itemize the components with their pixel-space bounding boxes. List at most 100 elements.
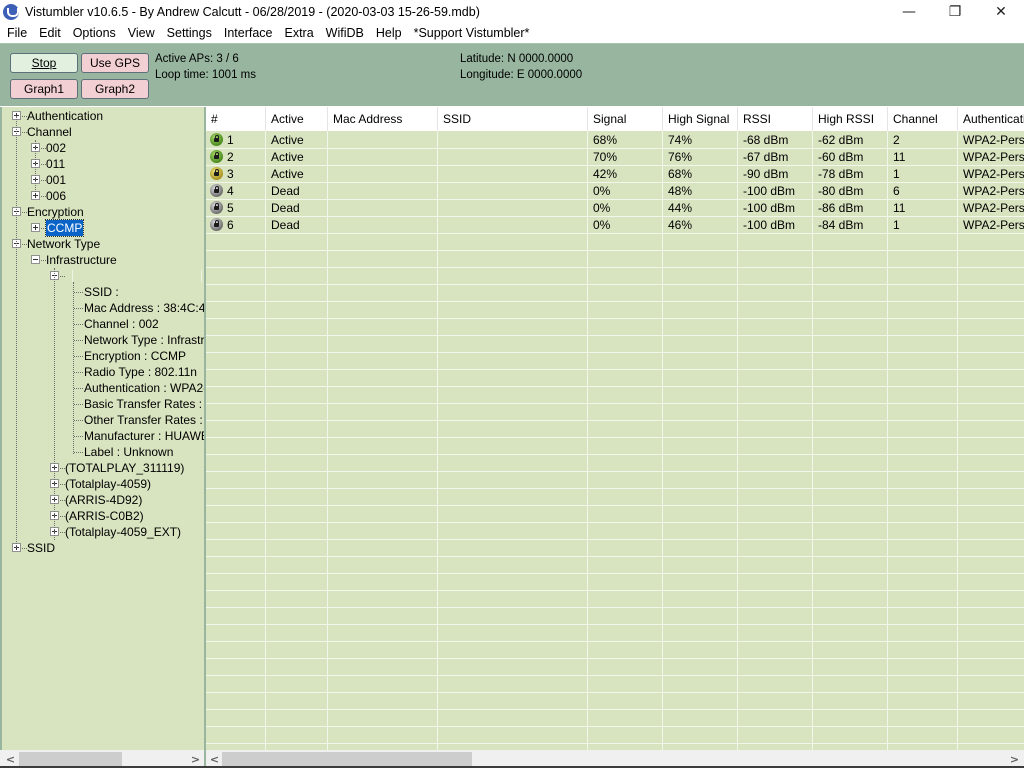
expand-plus-icon[interactable] — [31, 223, 40, 232]
cell-signal: 68% — [588, 132, 663, 148]
menu-bar: File Edit Options View Settings Interfac… — [0, 23, 1024, 43]
expand-plus-icon[interactable] — [31, 191, 40, 200]
table-row[interactable]: 6 Dead 0%46%-100 dBm-84 dBm1WPA2-Personal — [206, 217, 1024, 234]
tree-item-label: Channel — [27, 125, 72, 139]
cell-auth: WPA2-Personal — [958, 166, 1024, 182]
tree-connector — [74, 404, 83, 405]
menu-edit[interactable]: Edit — [33, 26, 67, 40]
menu-settings[interactable]: Settings — [161, 26, 218, 40]
cell-auth: WPA2-Personal — [958, 200, 1024, 216]
cell-channel: 1 — [888, 217, 958, 233]
grid-line — [206, 335, 1024, 336]
tree-item-label: 001 — [46, 173, 67, 187]
cell-active: Dead — [266, 183, 328, 199]
table-row[interactable]: 1 Active 68%74%-68 dBm-62 dBm2WPA2-Persona… — [206, 132, 1024, 149]
access-point-list[interactable]: # Active Mac Address SSID Signal High Signal R… — [206, 107, 1024, 750]
scrollbar-thumb[interactable] — [222, 752, 472, 766]
grid-line — [206, 539, 1024, 540]
restore-button[interactable]: ❐ — [932, 0, 978, 23]
graph2-button[interactable]: Graph2 — [81, 79, 149, 99]
stop-button[interactable]: Stop — [10, 53, 78, 73]
lock-status-icon — [210, 201, 223, 214]
grid-line — [206, 318, 1024, 319]
cell-high-rssi: -78 dBm — [813, 166, 888, 182]
table-row[interactable]: 2 Active 70%76%-67 dBm-60 dBm11WPA2-Person… — [206, 149, 1024, 166]
tree-connector — [74, 324, 83, 325]
tree-connector — [73, 282, 74, 454]
column-header[interactable]: SSID — [438, 107, 588, 131]
tree-item-label: 006 — [46, 189, 67, 203]
loop-time: Loop time: 1001 ms — [155, 69, 257, 81]
scrollbar-thumb[interactable] — [19, 752, 122, 766]
table-header: # Active Mac Address SSID Signal High Signal R… — [206, 107, 1024, 131]
graph1-button[interactable]: Graph1 — [10, 79, 78, 99]
window-controls: — ❐ ✕ — [886, 0, 1024, 23]
tree-item-label: Channel : 002 — [84, 317, 159, 331]
menu-wifidb[interactable]: WifiDB — [320, 26, 370, 40]
table-row[interactable]: 5 Dead 0%44%-100 dBm-86 dBm11WPA2-Personal — [206, 200, 1024, 217]
tree-item-label: Authentication — [27, 109, 104, 123]
window-title: Vistumbler v10.6.5 - By Andrew Calcutt -… — [25, 4, 480, 19]
tree-item-label: SSID — [27, 541, 56, 555]
grid-line — [206, 726, 1024, 727]
cell-auth: WPA2-Personal — [958, 217, 1024, 233]
tree-item-label: 002 — [46, 141, 67, 155]
tree-connector — [74, 388, 83, 389]
tree-item-label: 011 — [46, 157, 66, 171]
cell-channel: 1 — [888, 166, 958, 182]
graph2-button-label: Graph2 — [94, 82, 136, 96]
table-row[interactable]: 4 Dead 0%48%-100 dBm-80 dBm6WPA2-Personal — [206, 183, 1024, 200]
cell-high-rssi: -62 dBm — [813, 132, 888, 148]
cell-high-rssi: -86 dBm — [813, 200, 888, 216]
cell-auth: WPA2-Personal — [958, 149, 1024, 165]
filter-tree-view[interactable]: Authentication Channel 002 011 001 006 Encrypt… — [0, 107, 204, 750]
menu-support-vistumbler[interactable]: *Support Vistumbler* — [408, 26, 536, 40]
column-header[interactable]: High Signal — [663, 107, 738, 131]
cell-mac — [328, 217, 438, 233]
tree-item-label: Infrastructure — [46, 253, 117, 267]
column-header[interactable]: Active — [266, 107, 328, 131]
cell-ssid — [438, 132, 588, 148]
column-header[interactable]: Authentication — [958, 107, 1024, 131]
gps-longitude: Longitude: E 0000.0000 — [460, 69, 583, 81]
cell-rssi: -100 dBm — [738, 200, 813, 216]
minimize-button[interactable]: — — [886, 0, 932, 23]
lock-status-icon — [210, 167, 223, 180]
tree-item-label: CCMP — [44, 219, 85, 237]
menu-help[interactable]: Help — [370, 26, 408, 40]
column-header[interactable]: Channel — [888, 107, 958, 131]
close-icon: ✕ — [995, 3, 1007, 20]
menu-file[interactable]: File — [0, 26, 33, 40]
menu-options[interactable]: Options — [67, 26, 122, 40]
cell-ssid — [438, 166, 588, 182]
use-gps-button[interactable]: Use GPS — [81, 53, 149, 73]
collapse-minus-icon[interactable] — [31, 255, 40, 264]
lock-status-icon — [210, 184, 223, 197]
grid-line — [206, 709, 1024, 710]
gps-latitude: Latitude: N 0000.0000 — [460, 53, 574, 65]
cell-active: Active — [266, 149, 328, 165]
cell-channel: 11 — [888, 200, 958, 216]
column-header[interactable]: # — [206, 107, 266, 131]
vistumbler-logo-icon — [3, 3, 19, 20]
tree-connector — [16, 116, 17, 548]
menu-extra[interactable]: Extra — [278, 26, 319, 40]
grid-line — [206, 284, 1024, 285]
column-header[interactable]: High RSSI — [813, 107, 888, 131]
menu-interface[interactable]: Interface — [218, 26, 279, 40]
grid-line — [206, 403, 1024, 404]
tree-connector — [35, 140, 36, 192]
cell-signal: 0% — [588, 183, 663, 199]
toolbar: Stop Use GPS Graph1 Graph2 Active APs: 3… — [0, 43, 1024, 106]
cell-mac — [328, 132, 438, 148]
column-header[interactable]: Signal — [588, 107, 663, 131]
tree-connector — [74, 340, 83, 341]
cell-high-rssi: -84 dBm — [813, 217, 888, 233]
cell-signal: 42% — [588, 166, 663, 182]
column-header[interactable]: RSSI — [738, 107, 813, 131]
menu-view[interactable]: View — [122, 26, 161, 40]
table-row[interactable]: 3 Active 42%68%-90 dBm-78 dBm1WPA2-Persona… — [206, 166, 1024, 183]
column-header[interactable]: Mac Address — [328, 107, 438, 131]
cell-number: 4 — [206, 183, 266, 199]
close-button[interactable]: ✕ — [978, 0, 1024, 23]
